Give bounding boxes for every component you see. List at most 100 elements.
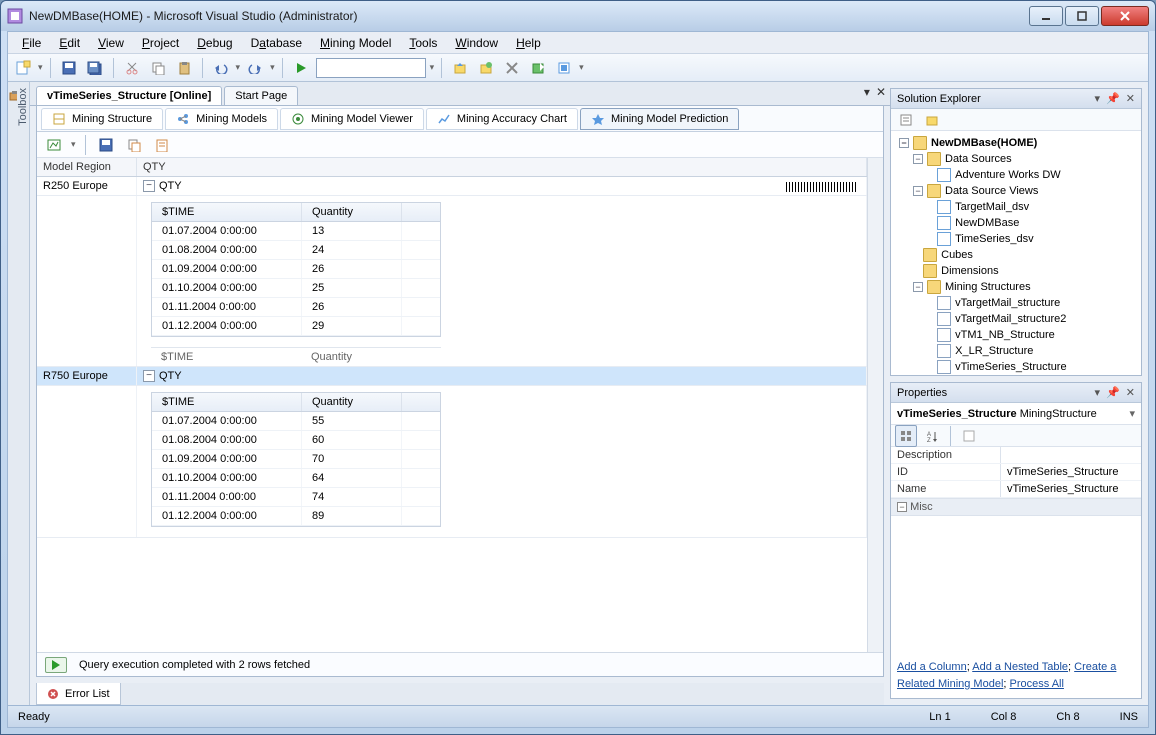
design-view-button[interactable] xyxy=(43,134,65,156)
panel-close[interactable]: ✕ xyxy=(1126,386,1135,399)
panel-pin-icon[interactable]: 📌 xyxy=(1106,386,1120,399)
tree-item[interactable]: Adventure Works DW xyxy=(893,167,1139,183)
subtab-viewer[interactable]: Mining Model Viewer xyxy=(280,108,424,130)
panel-pin-icon[interactable]: 📌 xyxy=(1106,92,1120,105)
status-col: Col 8 xyxy=(991,711,1017,723)
panel-dropdown[interactable]: ▾ xyxy=(1095,92,1101,105)
tree-item[interactable]: X_LR_Structure xyxy=(893,343,1139,359)
tool-d-button[interactable] xyxy=(527,57,549,79)
copy-query-button[interactable] xyxy=(123,134,145,156)
new-project-button[interactable] xyxy=(12,57,34,79)
close-button[interactable] xyxy=(1101,6,1149,26)
menu-debug[interactable]: Debug xyxy=(189,34,240,52)
toolbox-sidebar[interactable]: Toolbox xyxy=(8,82,30,705)
nested-row[interactable]: 01.10.2004 0:00:0025 xyxy=(152,279,440,298)
link-process-all[interactable]: Process All xyxy=(1010,678,1064,690)
menu-file[interactable]: File xyxy=(14,34,49,52)
tree-folder[interactable]: − Data Sources xyxy=(893,151,1139,167)
collapse-icon[interactable]: − xyxy=(143,180,155,192)
paste-button[interactable] xyxy=(173,57,195,79)
titlebar[interactable]: NewDMBase(HOME) - Microsoft Visual Studi… xyxy=(1,1,1155,31)
menu-database[interactable]: Database xyxy=(243,34,310,52)
tool-e-button[interactable] xyxy=(553,57,575,79)
save-all-button[interactable] xyxy=(84,57,106,79)
collapse-icon[interactable]: − xyxy=(143,370,155,382)
menu-tools[interactable]: Tools xyxy=(401,34,445,52)
categorized-button[interactable] xyxy=(895,425,917,447)
nested-row[interactable]: 01.10.2004 0:00:0064 xyxy=(152,469,440,488)
menu-project[interactable]: Project xyxy=(134,34,187,52)
minimize-button[interactable] xyxy=(1029,6,1063,26)
tree-item[interactable]: TimeSeries_dsv xyxy=(893,231,1139,247)
tool-a-button[interactable] xyxy=(449,57,471,79)
link-add-nested[interactable]: Add a Nested Table xyxy=(972,661,1068,673)
execute-button[interactable] xyxy=(45,657,67,673)
redo-button[interactable] xyxy=(244,57,266,79)
link-add-column[interactable]: Add a Column xyxy=(897,661,967,673)
save-button[interactable] xyxy=(58,57,80,79)
tab-start-page[interactable]: Start Page xyxy=(224,86,298,105)
nested-row[interactable]: 01.08.2004 0:00:0024 xyxy=(152,241,440,260)
menu-view[interactable]: View xyxy=(90,34,132,52)
save-query-button[interactable] xyxy=(95,134,117,156)
property-pages-button[interactable] xyxy=(958,425,980,447)
menu-window[interactable]: Window xyxy=(447,34,506,52)
tree-item[interactable]: vTargetMail_structure2 xyxy=(893,311,1139,327)
active-files-dropdown[interactable]: ▾ xyxy=(864,85,870,99)
table-row[interactable]: R250 Europe− QTY xyxy=(37,177,867,196)
tree-folder[interactable]: Cubes xyxy=(893,247,1139,263)
menu-help[interactable]: Help xyxy=(508,34,549,52)
nested-row[interactable]: 01.11.2004 0:00:0026 xyxy=(152,298,440,317)
nested-row[interactable]: 01.08.2004 0:00:0060 xyxy=(152,431,440,450)
results-grid[interactable]: Model RegionQTYR250 Europe− QTY$TIMEQuan… xyxy=(37,158,867,652)
tree-expander[interactable]: − xyxy=(913,154,923,164)
menu-edit[interactable]: Edit xyxy=(51,34,88,52)
tree-item[interactable]: TargetMail_dsv xyxy=(893,199,1139,215)
alphabetical-button[interactable]: AZ xyxy=(921,425,943,447)
subtab-structure[interactable]: Mining Structure xyxy=(41,108,163,130)
tab-timeseries[interactable]: vTimeSeries_Structure [Online] xyxy=(36,86,222,105)
maximize-button[interactable] xyxy=(1065,6,1099,26)
tree-folder[interactable]: − Mining Structures xyxy=(893,279,1139,295)
tree-root[interactable]: − NewDMBase(HOME) xyxy=(893,135,1139,151)
nested-row[interactable]: 01.07.2004 0:00:0055 xyxy=(152,412,440,431)
nested-row[interactable]: 01.12.2004 0:00:0029 xyxy=(152,317,440,336)
table-row[interactable]: R750 Europe− QTY xyxy=(37,367,867,386)
cut-button[interactable] xyxy=(121,57,143,79)
tree-item[interactable]: vTM1_NB_Structure xyxy=(893,327,1139,343)
nested-row[interactable]: 01.12.2004 0:00:0089 xyxy=(152,507,440,526)
tool-c-button[interactable] xyxy=(501,57,523,79)
vertical-scrollbar[interactable] xyxy=(867,158,883,652)
tree-item[interactable]: vTimeSeries_Structure xyxy=(893,359,1139,375)
menu-mining-model[interactable]: Mining Model xyxy=(312,34,399,52)
panel-dropdown[interactable]: ▾ xyxy=(1095,386,1101,399)
subtab-models[interactable]: Mining Models xyxy=(165,108,278,130)
error-list-tab[interactable]: Error List xyxy=(36,683,121,705)
tree-item[interactable]: NewDMBase xyxy=(893,215,1139,231)
tree-expander[interactable]: − xyxy=(899,138,909,148)
tree-folder[interactable]: − Data Source Views xyxy=(893,183,1139,199)
subtab-prediction[interactable]: Mining Model Prediction xyxy=(580,108,739,130)
solution-config-combo[interactable] xyxy=(316,58,426,78)
nested-row[interactable]: 01.09.2004 0:00:0026 xyxy=(152,260,440,279)
property-grid[interactable]: Description IDvTimeSeries_Structure Name… xyxy=(891,447,1141,653)
tool-b-button[interactable] xyxy=(475,57,497,79)
nested-row[interactable]: 01.11.2004 0:00:0074 xyxy=(152,488,440,507)
tree-expander[interactable]: − xyxy=(913,282,923,292)
subtab-accuracy[interactable]: Mining Accuracy Chart xyxy=(426,108,578,130)
se-show-all-button[interactable] xyxy=(921,109,943,131)
panel-close[interactable]: ✕ xyxy=(1126,92,1135,105)
se-properties-button[interactable] xyxy=(895,109,917,131)
nested-row[interactable]: 01.07.2004 0:00:0013 xyxy=(152,222,440,241)
close-document-button[interactable]: ✕ xyxy=(876,85,886,99)
tree-folder[interactable]: Dimensions xyxy=(893,263,1139,279)
tree-item[interactable]: vTargetMail_structure xyxy=(893,295,1139,311)
props-object-dropdown[interactable]: ▾ xyxy=(1129,407,1135,420)
tree-expander[interactable]: − xyxy=(913,186,923,196)
start-debug-button[interactable] xyxy=(290,57,312,79)
copy-button[interactable] xyxy=(147,57,169,79)
refresh-button[interactable] xyxy=(151,134,173,156)
solution-tree[interactable]: − NewDMBase(HOME)− Data Sources Adventur… xyxy=(891,131,1141,375)
undo-button[interactable] xyxy=(210,57,232,79)
nested-row[interactable]: 01.09.2004 0:00:0070 xyxy=(152,450,440,469)
